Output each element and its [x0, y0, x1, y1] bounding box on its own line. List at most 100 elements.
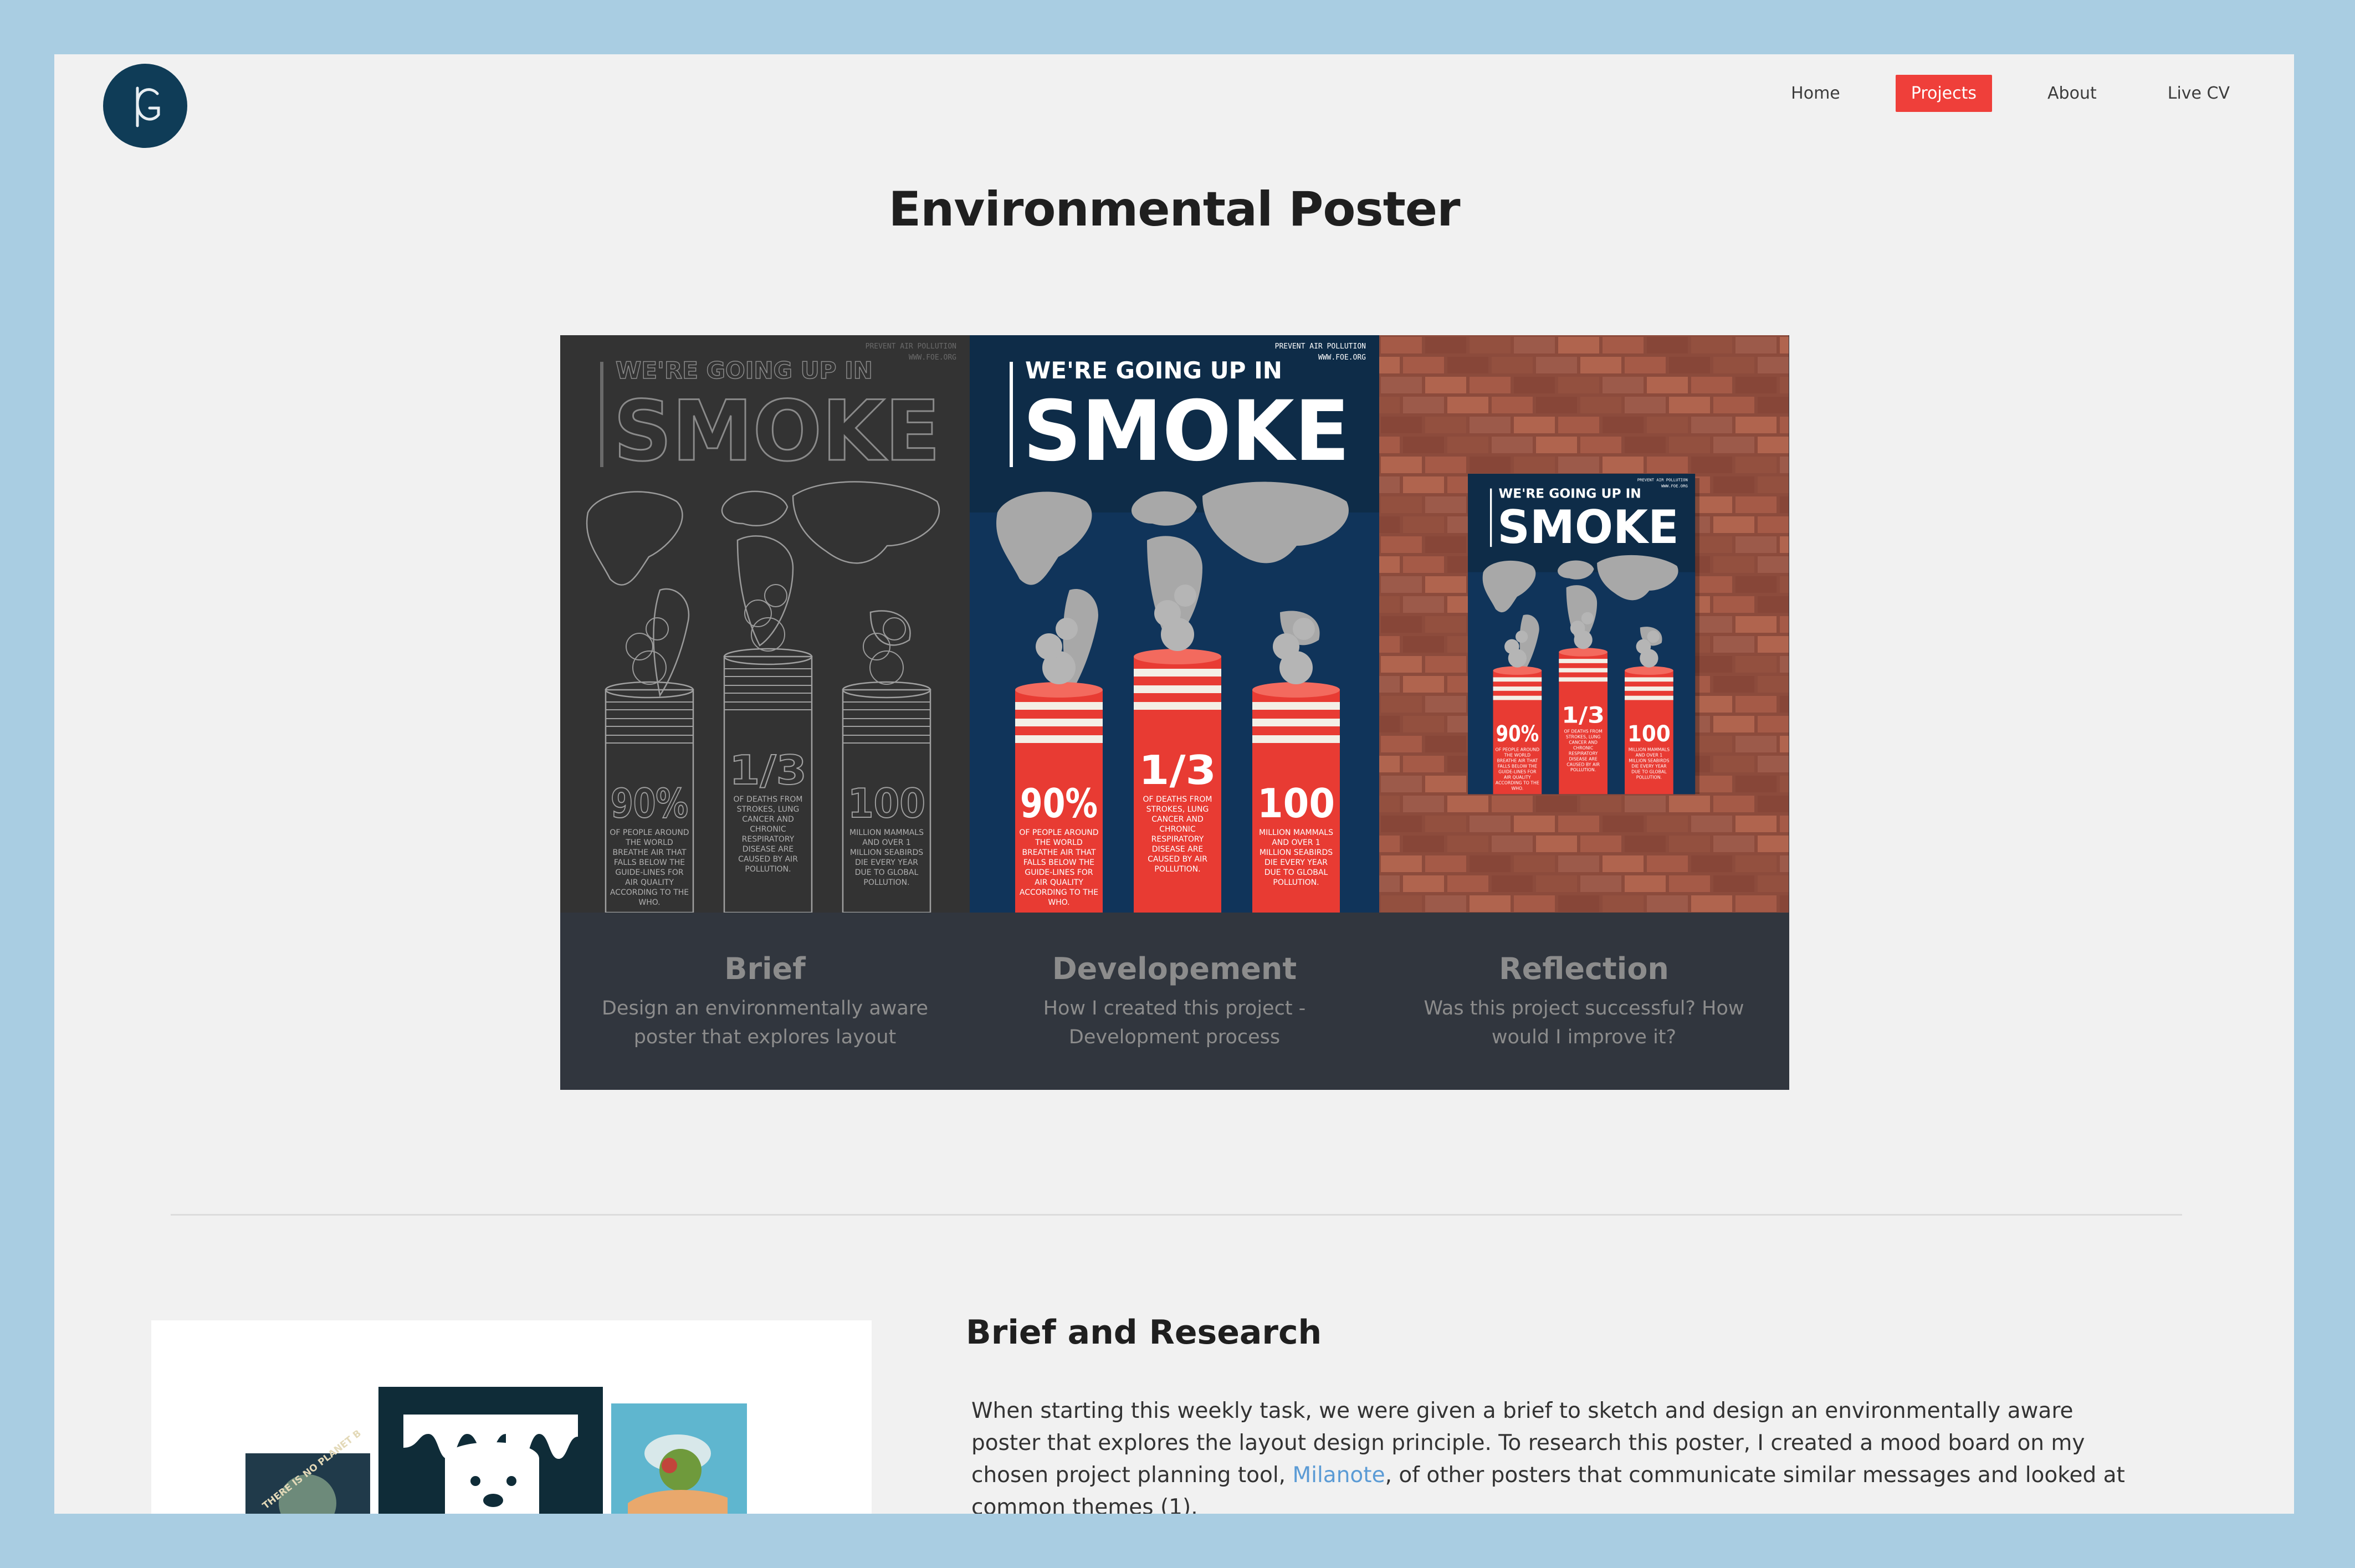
poster-row: PREVENT AIR POLLUTION WWW.FOE.ORG WE'RE GO…: [560, 335, 1789, 913]
stat-caption-line: FALLS BELOW THE: [614, 858, 685, 867]
stat-value-2: 100: [1257, 780, 1335, 827]
stat-caption-line: AIR QUALITY: [1035, 878, 1083, 887]
poster-headline-small: WE'RE GOING UP IN: [1025, 357, 1282, 384]
stat-caption-line: POLLUTION.: [863, 878, 909, 887]
poster-headline-big: SMOKE: [613, 383, 940, 480]
stat-caption-line: STROKES, LUNG: [1146, 805, 1209, 814]
stat-caption-line: AND OVER 1: [1636, 753, 1663, 758]
stat-caption-line: ACCORDING TO THE: [1020, 888, 1098, 897]
moodboard-hand-poster: [611, 1403, 747, 1514]
stat-value-1: 1/3: [729, 747, 807, 793]
milanote-link[interactable]: Milanote: [1292, 1463, 1385, 1488]
nav-home[interactable]: Home: [1775, 75, 1856, 112]
stat-caption-line: DIE EVERY YEAR: [1631, 764, 1667, 769]
stat-caption-line: OF DEATHS FROM: [1143, 795, 1212, 804]
page-frame: Home Projects About Live CV Environmenta…: [54, 54, 2294, 1514]
stat-value-0: 90%: [1496, 721, 1539, 747]
stat-caption-line: WHO.: [638, 898, 660, 907]
stat-caption-line: THE WORLD: [625, 838, 673, 847]
card-brief[interactable]: Brief Design an environmentally aware po…: [560, 913, 970, 1090]
stat-value-0: 90%: [611, 780, 688, 827]
logo-monogram-icon: [136, 86, 160, 127]
stat-caption-line: FALLS BELOW THE: [1023, 858, 1094, 867]
stat-caption-line: MILLION MAMMALS: [1629, 747, 1670, 752]
section-cards: Brief Design an environmentally aware po…: [560, 913, 1789, 1090]
stat-caption-line: OF DEATHS FROM: [734, 795, 803, 804]
stat-caption-line: RESPIRATORY: [1569, 751, 1598, 756]
stat-caption-line: POLLUTION.: [745, 865, 791, 874]
poster-colour-version[interactable]: PREVENT AIR POLLUTION WWW.FOE.ORG WE'RE GO…: [970, 335, 1379, 913]
poster-header-small-2: WWW.FOE.ORG: [909, 353, 956, 362]
stat-caption-line: THE WORLD: [1504, 753, 1530, 758]
stat-caption-line: DISEASE ARE: [1569, 756, 1597, 761]
card-reflection-description: Was this project successful? How would I…: [1424, 997, 1744, 1048]
stat-caption-line: POLLUTION.: [1273, 878, 1319, 887]
poster-header-small-1: PREVENT AIR POLLUTION: [1637, 477, 1688, 482]
nav-projects[interactable]: Projects: [1895, 75, 1993, 112]
stat-caption-line: OF PEOPLE AROUND: [1496, 747, 1539, 752]
stat-caption-line: GUIDE-LINES FOR: [1025, 868, 1093, 877]
section-body: When starting this weekly task, we were …: [971, 1395, 2135, 1514]
poster-outline-version[interactable]: PREVENT AIR POLLUTION WWW.FOE.ORG WE'RE GO…: [560, 335, 970, 913]
card-brief-title: Brief: [724, 951, 806, 986]
site-logo[interactable]: [103, 64, 187, 148]
stat-caption-line: CANCER AND: [742, 815, 793, 824]
stat-value-1: 1/3: [1139, 747, 1216, 793]
poster-headline-small: WE'RE GOING UP IN: [616, 357, 873, 384]
stat-caption-line: AND OVER 1: [862, 838, 911, 847]
moodboard-polar-bear-poster: [378, 1387, 603, 1514]
section-title: Brief and Research: [966, 1313, 1322, 1352]
stat-value-2: 100: [848, 780, 925, 827]
stat-caption-line: ACCORDING TO THE: [610, 888, 689, 897]
poster-header-small-2: WWW.FOE.ORG: [1661, 483, 1688, 488]
nav-live-cv[interactable]: Live CV: [2152, 75, 2245, 112]
stat-caption-line: MILLION SEABIRDS: [850, 848, 923, 857]
card-development[interactable]: Developement How I created this project …: [970, 913, 1379, 1090]
stat-caption-line: OF DEATHS FROM: [1564, 729, 1602, 734]
stat-caption-line: WHO.: [1511, 786, 1523, 791]
poster-header-small-2: WWW.FOE.ORG: [1318, 353, 1366, 362]
stat-caption-line: CHRONIC: [1159, 825, 1196, 834]
poster-brick-wall-mockup[interactable]: PREVENT AIR POLLUTION WWW.FOE.ORG WE'RE GO…: [1379, 335, 1789, 913]
stat-caption-line: STROKES, LUNG: [1566, 734, 1601, 739]
stat-caption-line: GUIDE-LINES FOR: [1498, 770, 1537, 775]
card-development-title: Developement: [1052, 951, 1297, 986]
poster-header-small-1: PREVENT AIR POLLUTION: [1275, 342, 1366, 351]
stat-caption-line: DUE TO GLOBAL: [1631, 770, 1667, 775]
stat-caption-line: OF PEOPLE AROUND: [1019, 828, 1098, 837]
stat-caption-line: POLLUTION.: [1570, 767, 1596, 772]
stat-caption-line: CAUSED BY AIR: [1566, 762, 1600, 767]
stat-caption-line: MILLION MAMMALS: [849, 828, 924, 837]
stat-caption-line: MILLION MAMMALS: [1259, 828, 1333, 837]
stat-caption-line: GUIDE-LINES FOR: [615, 868, 684, 877]
card-reflection-title: Reflection: [1499, 951, 1669, 986]
stat-caption-line: ACCORDING TO THE: [1496, 781, 1539, 786]
stat-caption-line: OF PEOPLE AROUND: [610, 828, 689, 837]
poster-headline-big: SMOKE: [1023, 383, 1350, 480]
main-nav: Home Projects About Live CV: [1775, 75, 2245, 112]
card-brief-description: Design an environmentally aware poster t…: [601, 997, 929, 1048]
poster-headline-big: SMOKE: [1497, 500, 1678, 554]
moodboard-image: THERE IS NO PLANET B: [151, 1320, 872, 1514]
stat-caption-line: AIR QUALITY: [1504, 775, 1531, 780]
card-reflection[interactable]: Reflection Was this project successful? …: [1379, 913, 1789, 1090]
stat-caption-line: DISEASE ARE: [743, 845, 794, 854]
stat-caption-line: RESPIRATORY: [1151, 835, 1204, 844]
stat-caption-line: MILLION SEABIRDS: [1260, 848, 1333, 857]
project-gallery: PREVENT AIR POLLUTION WWW.FOE.ORG WE'RE GO…: [560, 335, 1789, 1090]
stat-caption-line: CANCER AND: [1569, 740, 1598, 745]
stat-value-2: 100: [1627, 721, 1671, 747]
stat-caption-line: BREATHE AIR THAT: [1022, 848, 1095, 857]
stat-caption-line: BREATHE AIR THAT: [612, 848, 686, 857]
page-title: Environmental Poster: [888, 182, 1460, 237]
stat-caption-line: CHRONIC: [1573, 745, 1593, 750]
stat-caption-line: BREATHE AIR THAT: [1497, 759, 1538, 763]
section-divider: [171, 1214, 2182, 1216]
stat-caption-line: DIE EVERY YEAR: [855, 858, 918, 867]
card-development-description: How I created this project - Development…: [1043, 997, 1306, 1048]
nav-about[interactable]: About: [2032, 75, 2112, 112]
stat-caption-line: MILLION SEABIRDS: [1629, 759, 1669, 763]
stat-value-0: 90%: [1020, 780, 1098, 827]
stat-caption-line: DUE TO GLOBAL: [855, 868, 919, 877]
stat-caption-line: CHRONIC: [750, 825, 786, 834]
